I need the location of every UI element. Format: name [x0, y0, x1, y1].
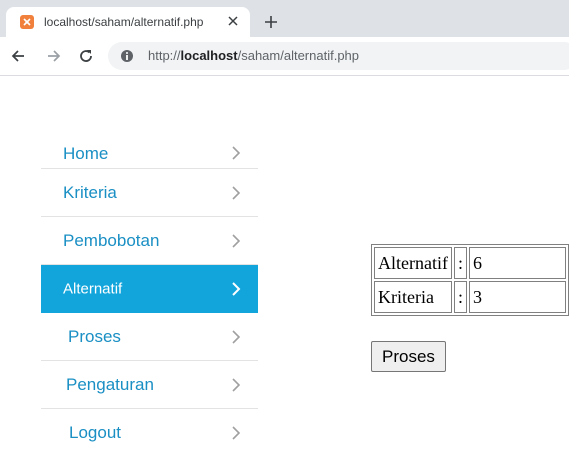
tab-title: localhost/saham/alternatif.php — [44, 15, 204, 29]
favicon-icon — [20, 15, 34, 29]
forward-arrow-icon[interactable] — [44, 46, 64, 66]
chevron-right-icon — [232, 185, 241, 200]
chevron-right-icon — [232, 425, 241, 440]
sidebar-item-label: Logout — [69, 422, 121, 442]
sidebar-menu: Home Kriteria Pembobotan Alternatif Pros… — [41, 138, 258, 456]
sidebar-item-label: Proses — [68, 326, 121, 346]
sidebar-item-home[interactable]: Home — [41, 138, 258, 169]
url-text: http://localhost/saham/alternatif.php — [148, 48, 360, 63]
sidebar-item-proses[interactable]: Proses — [41, 313, 258, 361]
proses-button[interactable]: Proses — [371, 341, 446, 372]
sidebar-item-alternatif[interactable]: Alternatif — [41, 265, 258, 313]
sidebar-item-label: Kriteria — [63, 182, 117, 202]
row-label: Alternatif — [374, 247, 452, 279]
sidebar-item-pembobotan[interactable]: Pembobotan — [41, 217, 258, 265]
chevron-right-icon — [232, 281, 241, 296]
chevron-right-icon — [232, 146, 241, 160]
reload-icon[interactable] — [76, 46, 96, 66]
site-info-icon[interactable] — [120, 49, 134, 63]
sidebar-item-kriteria[interactable]: Kriteria — [41, 169, 258, 217]
address-bar[interactable]: http://localhost/saham/alternatif.php — [108, 42, 569, 70]
table-row: Alternatif : 6 — [374, 247, 566, 279]
row-value: 6 — [469, 247, 566, 279]
back-arrow-icon[interactable] — [8, 46, 28, 66]
chevron-right-icon — [232, 233, 241, 248]
browser-toolbar: http://localhost/saham/alternatif.php — [0, 37, 569, 76]
sidebar-item-label: Alternatif — [63, 280, 123, 297]
sidebar-item-logout[interactable]: Logout — [41, 409, 258, 456]
row-separator: : — [453, 281, 467, 313]
info-table: Alternatif : 6 Kriteria : 3 — [371, 244, 569, 316]
close-icon[interactable] — [225, 13, 241, 29]
browser-tab-strip: localhost/saham/alternatif.php — [0, 0, 569, 37]
row-value: 3 — [469, 281, 566, 313]
plus-icon[interactable] — [262, 13, 280, 31]
sidebar-item-label: Home — [63, 144, 109, 163]
row-separator: : — [453, 247, 467, 279]
sidebar-item-label: Pengaturan — [66, 374, 154, 394]
chevron-right-icon — [232, 377, 241, 392]
browser-tab[interactable]: localhost/saham/alternatif.php — [6, 7, 250, 37]
table-row: Kriteria : 3 — [374, 281, 566, 313]
chevron-right-icon — [232, 329, 241, 344]
sidebar-item-label: Pembobotan — [63, 230, 160, 250]
row-label: Kriteria — [374, 281, 452, 313]
sidebar-item-pengaturan[interactable]: Pengaturan — [41, 361, 258, 409]
